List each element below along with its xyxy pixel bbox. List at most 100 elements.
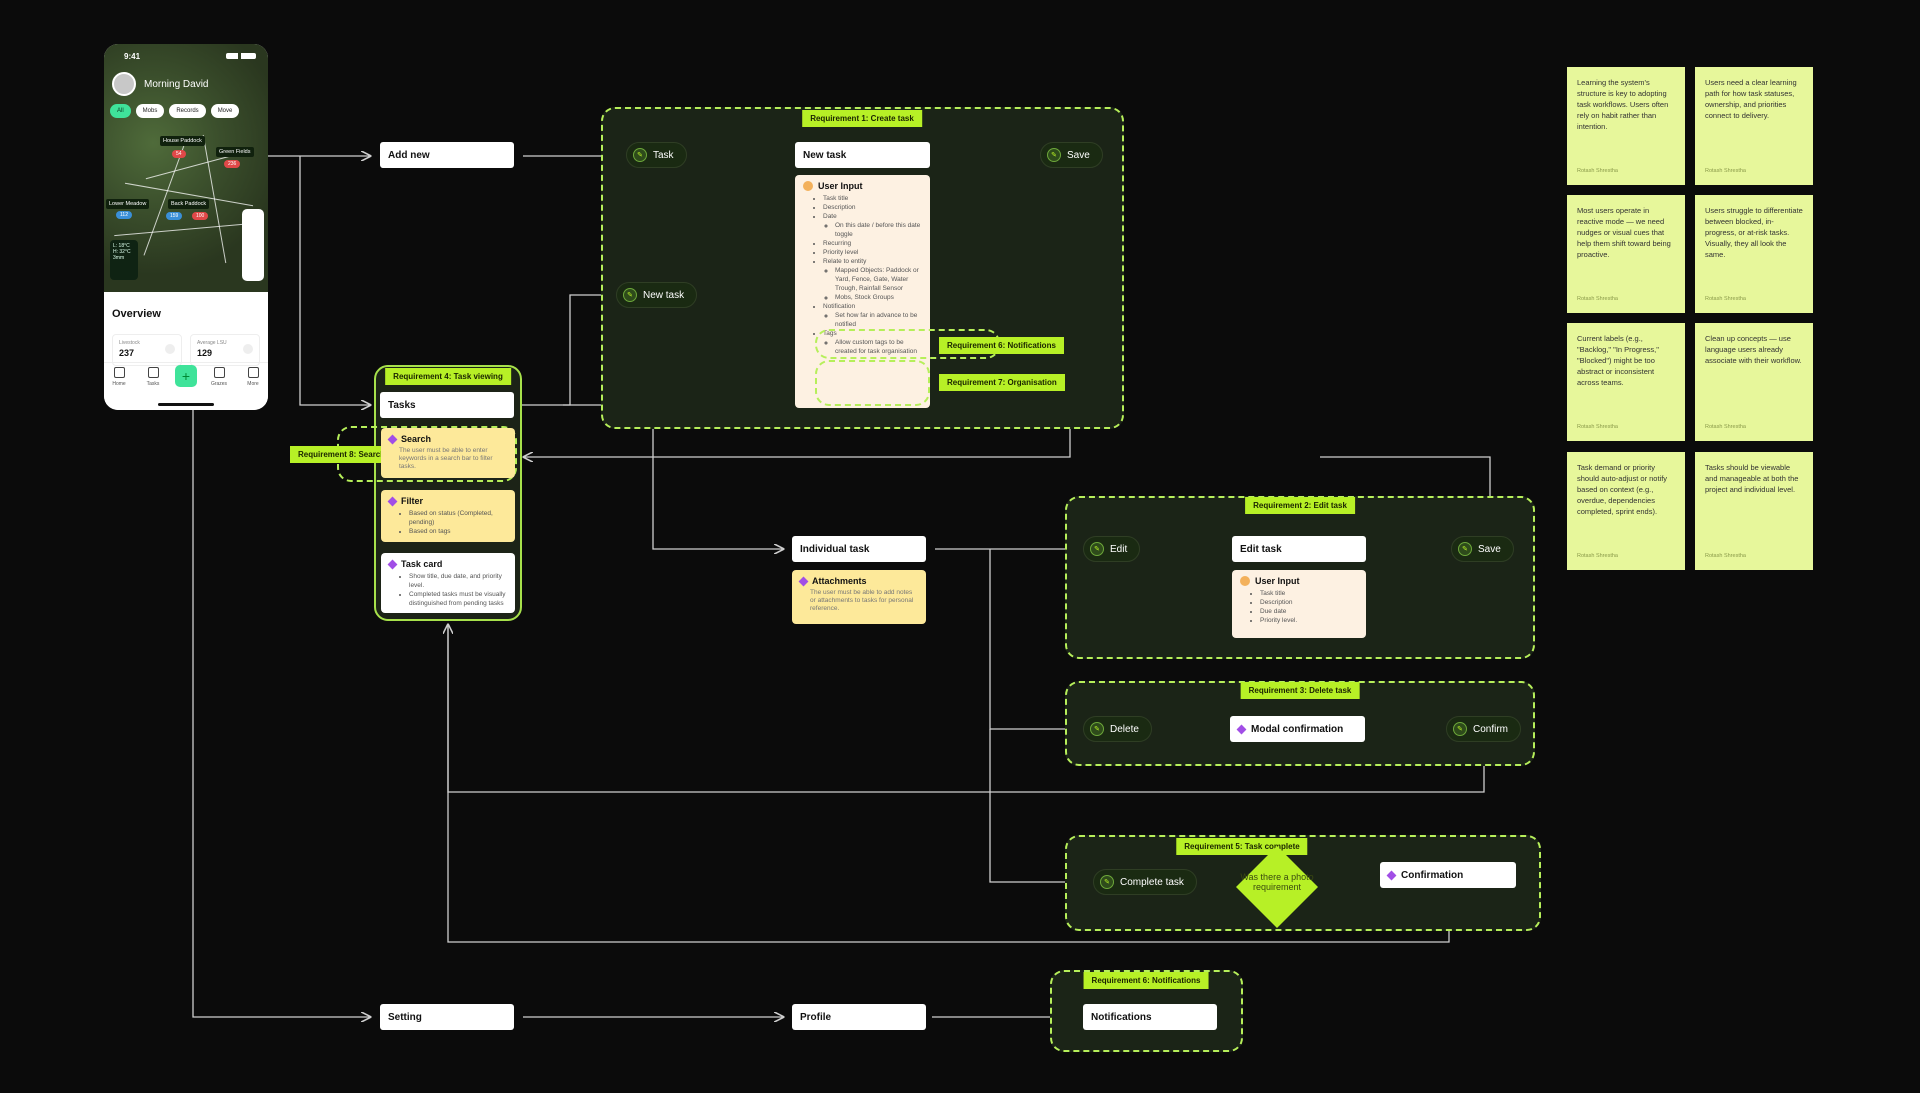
map-label-back-paddock[interactable]: Back Paddock <box>168 199 210 209</box>
node-confirmation[interactable]: Confirmation <box>1380 862 1516 888</box>
avatar[interactable] <box>112 72 136 96</box>
pill-label: Save <box>1478 543 1501 555</box>
pill-label: Complete task <box>1120 876 1184 888</box>
requirement-notifications: Requirement 6: Notifications <box>1083 972 1209 989</box>
action-icon: ✎ <box>1047 148 1061 162</box>
pill-edit[interactable]: ✎ Edit <box>1083 536 1141 562</box>
sticky-text: Current labels (e.g., "Backlog," "In Pro… <box>1577 334 1659 387</box>
requirement-edit-task: Requirement 2: Edit task <box>1245 497 1355 514</box>
node-notifications[interactable]: Notifications <box>1083 1004 1217 1030</box>
weather-rain: 3mm <box>113 255 125 261</box>
pill-new-task[interactable]: ✎ New task <box>616 282 698 308</box>
list-item: Set how far in advance to be notified <box>835 311 922 329</box>
sticky-text: Learning the system's structure is key t… <box>1577 78 1669 131</box>
sticky-author: Rotash Shrestha <box>1577 424 1618 430</box>
list-item: Mapped Objects: Paddock or Yard, Fence, … <box>835 266 922 293</box>
list-item: Date <box>823 213 837 220</box>
panel-title: User Input <box>1255 576 1300 586</box>
chip-mobs[interactable]: Mobs <box>135 104 165 118</box>
sticky-author: Rotash Shrestha <box>1705 168 1746 174</box>
panel-user-input-edit: User Input Task title Description Due da… <box>1232 570 1366 638</box>
overview-title: Overview <box>112 308 161 320</box>
chip-move[interactable]: Move <box>210 104 240 118</box>
component-icon <box>387 559 398 569</box>
pill-task[interactable]: ✎ Task <box>626 142 687 168</box>
sticky-note[interactable]: Users need a clear learning path for how… <box>1695 67 1813 185</box>
sticky-note[interactable]: Clean up concepts — use language users a… <box>1695 323 1813 441</box>
tab-label: Home <box>112 381 126 387</box>
sticky-text: Tasks should be viewable and manageable … <box>1705 463 1799 494</box>
component-icon <box>387 496 398 506</box>
sticky-note[interactable]: Current labels (e.g., "Backlog," "In Pro… <box>1567 323 1685 441</box>
sticky-author: Rotash Shrestha <box>1577 296 1618 302</box>
node-edit-task[interactable]: Edit task <box>1232 536 1366 562</box>
status-time: 9:41 <box>124 52 141 61</box>
node-add-new[interactable]: Add new <box>380 142 514 168</box>
sticky-text: Most users operate in reactive mode — we… <box>1577 206 1671 259</box>
action-icon: ✎ <box>1453 722 1467 736</box>
status-icons <box>226 53 256 59</box>
node-modal-confirmation[interactable]: Modal confirmation <box>1230 716 1365 742</box>
node-profile[interactable]: Profile <box>792 1004 926 1030</box>
stat-value: 129 <box>197 348 213 358</box>
pill-save-edit[interactable]: ✎ Save <box>1451 536 1514 562</box>
map-controls[interactable] <box>242 209 264 281</box>
pill-label: Task <box>653 149 674 161</box>
map-badge: 112 <box>116 211 132 219</box>
action-icon: ✎ <box>633 148 647 162</box>
component-icon <box>798 576 809 586</box>
panel-search: Search The user must be able to enter ke… <box>381 428 515 478</box>
requirement-create-task: Requirement 1: Create task <box>802 110 922 127</box>
map-label-green-fields[interactable]: Green Fields <box>216 147 254 157</box>
pill-label: Delete <box>1110 723 1139 735</box>
sticky-note[interactable]: Users struggle to differentiate between … <box>1695 195 1813 313</box>
map-label-house-paddock[interactable]: House Paddock <box>160 136 205 146</box>
tab-tasks[interactable]: Tasks <box>138 367 168 387</box>
node-tasks[interactable]: Tasks <box>380 392 514 418</box>
chip-records[interactable]: Records <box>169 104 206 118</box>
map-label-lower-meadow[interactable]: Lower Meadow <box>106 199 150 209</box>
add-button[interactable]: + <box>175 365 197 387</box>
list-item: Completed tasks must be visually disting… <box>409 590 507 608</box>
home-icon <box>113 367 125 378</box>
panel-description: The user must be able to enter keywords … <box>399 447 493 470</box>
list-item: Notification <box>823 303 856 310</box>
requirement-organisation: Requirement 7: Organisation <box>939 374 1065 391</box>
list-item: Relate to entity <box>823 258 867 265</box>
list-item: Show title, due date, and priority level… <box>409 572 507 590</box>
chip-all[interactable]: All <box>110 104 131 118</box>
pill-save[interactable]: ✎ Save <box>1040 142 1103 168</box>
node-setting[interactable]: Setting <box>380 1004 514 1030</box>
panel-title: Search <box>401 434 432 444</box>
map-badge: 100 <box>192 212 209 220</box>
node-new-task[interactable]: New task <box>795 142 930 168</box>
sticky-note[interactable]: Task demand or priority should auto-adju… <box>1567 452 1685 570</box>
calendar-icon <box>213 367 225 378</box>
tab-more[interactable]: More <box>238 367 268 387</box>
farm-map[interactable]: 9:41 Morning David All Mobs Records Move… <box>104 44 268 292</box>
pill-label: Edit <box>1110 543 1128 555</box>
list-item: Due date <box>1260 607 1358 616</box>
tab-grazes[interactable]: Grazes <box>204 367 234 387</box>
node-label: Confirmation <box>1401 869 1464 881</box>
node-individual-task[interactable]: Individual task <box>792 536 926 562</box>
pill-confirm[interactable]: ✎ Confirm <box>1446 716 1522 742</box>
list-item: Task title <box>823 194 922 203</box>
tab-home[interactable]: Home <box>104 367 134 387</box>
sticky-note[interactable]: Most users operate in reactive mode — we… <box>1567 195 1685 313</box>
sticky-note[interactable]: Learning the system's structure is key t… <box>1567 67 1685 185</box>
menu-icon <box>247 367 259 378</box>
map-badge: 54 <box>172 150 186 158</box>
sticky-text: Clean up concepts — use language users a… <box>1705 334 1802 365</box>
tag-icon <box>165 344 175 354</box>
sticky-note[interactable]: Tasks should be viewable and manageable … <box>1695 452 1813 570</box>
decision-text: Was there a photo requirement <box>1240 872 1314 892</box>
user-icon <box>1240 576 1250 586</box>
greeting: Morning David <box>112 72 208 96</box>
pill-delete[interactable]: ✎ Delete <box>1083 716 1152 742</box>
pill-complete-task[interactable]: ✎ Complete task <box>1093 869 1197 895</box>
decision-photo-requirement: Was there a photo requirement <box>1235 845 1319 929</box>
sticky-author: Rotash Shrestha <box>1705 424 1746 430</box>
stat-label: Average LSU <box>197 340 227 346</box>
list-item: Description <box>1260 598 1358 607</box>
